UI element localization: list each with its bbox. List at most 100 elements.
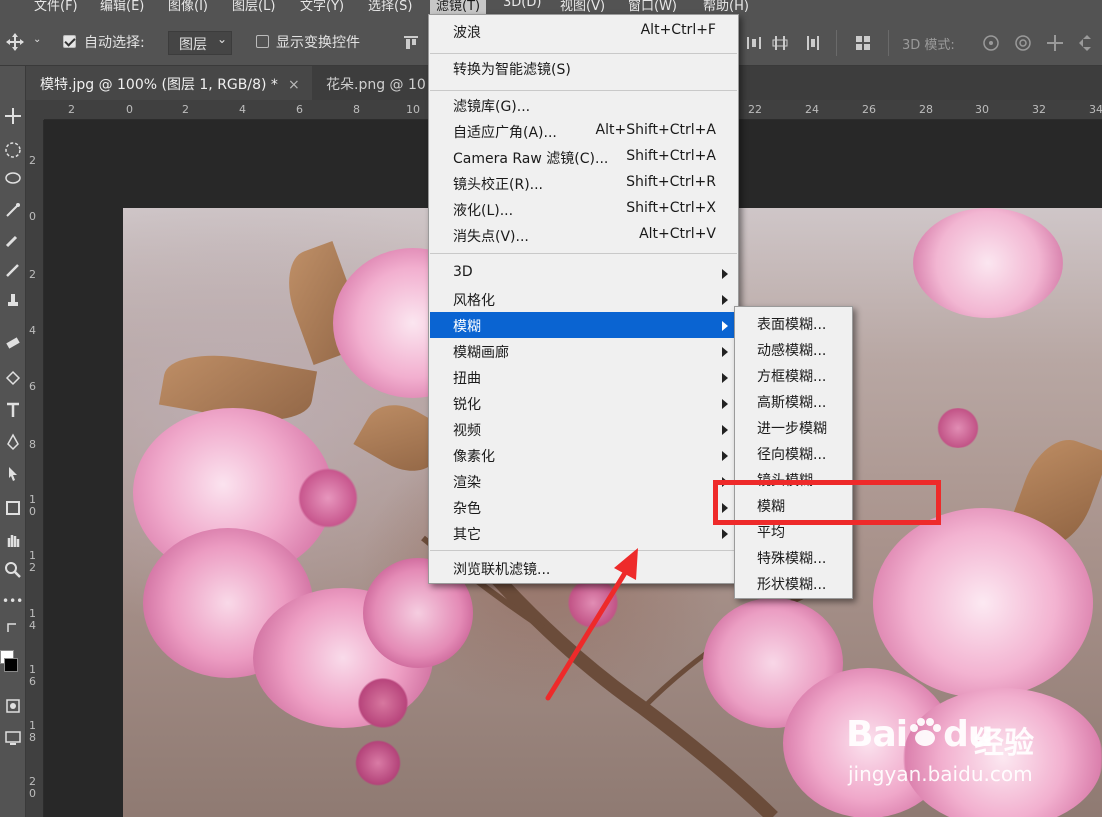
distribute-right-icon[interactable] (804, 34, 822, 52)
menu-edit[interactable]: 编辑(E) (100, 0, 144, 14)
chevron-right-icon (722, 321, 728, 331)
ruler-label: 8 (29, 438, 36, 451)
menu-bar: 文件(F) 编辑(E) 图像(I) 图层(L) 文字(Y) 选择(S) 滤镜(T… (0, 0, 1102, 14)
menu-separator (430, 253, 737, 254)
menu-image[interactable]: 图像(I) (168, 0, 208, 14)
photo-bud (933, 408, 983, 448)
submenu-item-motion-blur[interactable]: 动感模糊... (757, 340, 826, 360)
menu-item-camera-raw[interactable]: Camera Raw 滤镜(C)... Shift+Ctrl+A (430, 144, 737, 170)
3d-orbit-icon[interactable] (982, 34, 1000, 52)
screen-mode-icon[interactable] (3, 728, 23, 748)
marquee-tool-icon[interactable] (3, 140, 23, 160)
ruler-label: 1 2 (29, 549, 36, 574)
more-tools-icon[interactable]: ••• (2, 594, 23, 608)
menu-3d[interactable]: 3D(D) (503, 0, 541, 10)
3d-slide-icon[interactable] (1078, 34, 1096, 52)
menu-item-3d[interactable]: 3D (430, 260, 737, 286)
menu-item-render[interactable]: 渲染 (430, 468, 737, 494)
show-transform-label: 显示变换控件 (276, 35, 360, 51)
menu-item-adaptive-wide-angle[interactable]: 自适应广角(A)... Alt+Shift+Ctrl+A (430, 118, 737, 144)
menu-item-wave[interactable]: 波浪 Alt+Ctrl+F (430, 18, 737, 44)
ruler-label: 28 (919, 103, 933, 116)
menu-select[interactable]: 选择(S) (368, 0, 412, 14)
lasso-tool-icon[interactable] (3, 170, 23, 190)
brush-tool-icon[interactable] (3, 260, 23, 280)
3d-mode-label: 3D 模式: (902, 38, 955, 53)
eyedropper-icon[interactable] (3, 230, 23, 250)
menu-item-other[interactable]: 其它 (430, 520, 737, 546)
menu-item-distort[interactable]: 扭曲 (430, 364, 737, 390)
menu-separator (430, 90, 737, 91)
submenu-item-average[interactable]: 平均 (757, 522, 785, 542)
watermark-brand: Bai du (846, 714, 993, 755)
menu-item-stylize[interactable]: 风格化 (430, 286, 737, 312)
menu-filter[interactable]: 滤镜(T) (430, 0, 487, 14)
close-icon[interactable]: × (288, 77, 300, 93)
pen-tool-icon[interactable] (3, 432, 23, 452)
move-tool-icon[interactable] (6, 33, 24, 51)
menu-item-filter-gallery[interactable]: 滤镜库(G)... (430, 92, 737, 118)
menu-item-vanishing-point[interactable]: 消失点(V)... Alt+Ctrl+V (430, 222, 737, 248)
ruler-label: 0 (29, 210, 36, 223)
menu-item-noise[interactable]: 杂色 (430, 494, 737, 520)
menu-item-browse-online[interactable]: 浏览联机滤镜... (430, 555, 737, 581)
3d-roll-icon[interactable] (1014, 34, 1032, 52)
submenu-item-smart-blur[interactable]: 特殊模糊... (757, 548, 826, 568)
menu-item-lens-correction[interactable]: 镜头校正(R)... Shift+Ctrl+R (430, 170, 737, 196)
tab-document-flower[interactable]: 花朵.png @ 10 (312, 66, 432, 100)
hand-tool-icon[interactable] (3, 530, 23, 550)
distribute-center-icon[interactable] (771, 34, 789, 52)
menu-item-liquify[interactable]: 液化(L)... Shift+Ctrl+X (430, 196, 737, 222)
menu-layer[interactable]: 图层(L) (232, 0, 275, 14)
distribute-icon[interactable] (745, 34, 763, 52)
menu-item-blur-gallery[interactable]: 模糊画廊 (430, 338, 737, 364)
auto-select-checkbox[interactable] (63, 35, 76, 48)
menu-file[interactable]: 文件(F) (34, 0, 78, 14)
rectangle-tool-icon[interactable] (3, 498, 23, 518)
menu-window[interactable]: 窗口(W) (628, 0, 677, 14)
chevron-down-icon[interactable]: ⌄ (33, 34, 41, 45)
zoom-tool-icon[interactable] (3, 560, 23, 580)
move-tool-icon[interactable] (3, 106, 23, 126)
ruler-label: 2 0 (29, 775, 36, 800)
submenu-item-blur-more[interactable]: 进一步模糊 (757, 418, 827, 438)
align-top-icon[interactable] (402, 34, 420, 52)
path-select-icon[interactable] (3, 464, 23, 484)
submenu-item-gaussian-blur[interactable]: 高斯模糊... (757, 392, 826, 412)
menu-item-convert-smart-filter[interactable]: 转换为智能滤镜(S) (430, 55, 737, 81)
filter-menu: 波浪 Alt+Ctrl+F 转换为智能滤镜(S) 滤镜库(G)... 自适应广角(… (428, 14, 739, 584)
type-tool-icon[interactable] (3, 400, 23, 420)
chevron-right-icon (722, 451, 728, 461)
menu-view[interactable]: 视图(V) (560, 0, 605, 14)
fill-tool-icon[interactable] (3, 368, 23, 388)
3d-pan-icon[interactable] (1046, 34, 1064, 52)
menu-help[interactable]: 帮助(H) (703, 0, 749, 14)
eraser-tool-icon[interactable] (3, 332, 23, 352)
stamp-tool-icon[interactable] (3, 290, 23, 310)
photo-bud (293, 468, 363, 528)
chevron-right-icon (722, 347, 728, 357)
divider (888, 30, 889, 56)
align-panel-icon[interactable] (854, 34, 872, 52)
ruler-label: 22 (748, 103, 762, 116)
menu-item-blur[interactable]: 模糊 (430, 312, 737, 338)
background-color-swatch[interactable] (4, 658, 18, 672)
ruler-label: 1 4 (29, 607, 36, 632)
swap-colors-icon[interactable] (6, 622, 20, 636)
submenu-item-surface-blur[interactable]: 表面模糊... (757, 314, 826, 334)
menu-type[interactable]: 文字(Y) (300, 0, 344, 14)
submenu-item-box-blur[interactable]: 方框模糊... (757, 366, 826, 386)
submenu-item-shape-blur[interactable]: 形状模糊... (757, 574, 826, 594)
submenu-item-radial-blur[interactable]: 径向模糊... (757, 444, 826, 464)
auto-select-dropdown[interactable]: 图层 ⌄ (168, 31, 232, 55)
show-transform-checkbox[interactable] (256, 35, 269, 48)
menu-item-video[interactable]: 视频 (430, 416, 737, 442)
ruler-label: 34 (1089, 103, 1102, 116)
menu-item-sharpen[interactable]: 锐化 (430, 390, 737, 416)
tab-document-model[interactable]: 模特.jpg @ 100% (图层 1, RGB/8) * × (26, 66, 312, 100)
quick-mask-icon[interactable] (3, 696, 23, 716)
magic-wand-icon[interactable] (3, 200, 23, 220)
photo-bud (353, 678, 413, 728)
chevron-right-icon (722, 373, 728, 383)
menu-item-pixelate[interactable]: 像素化 (430, 442, 737, 468)
